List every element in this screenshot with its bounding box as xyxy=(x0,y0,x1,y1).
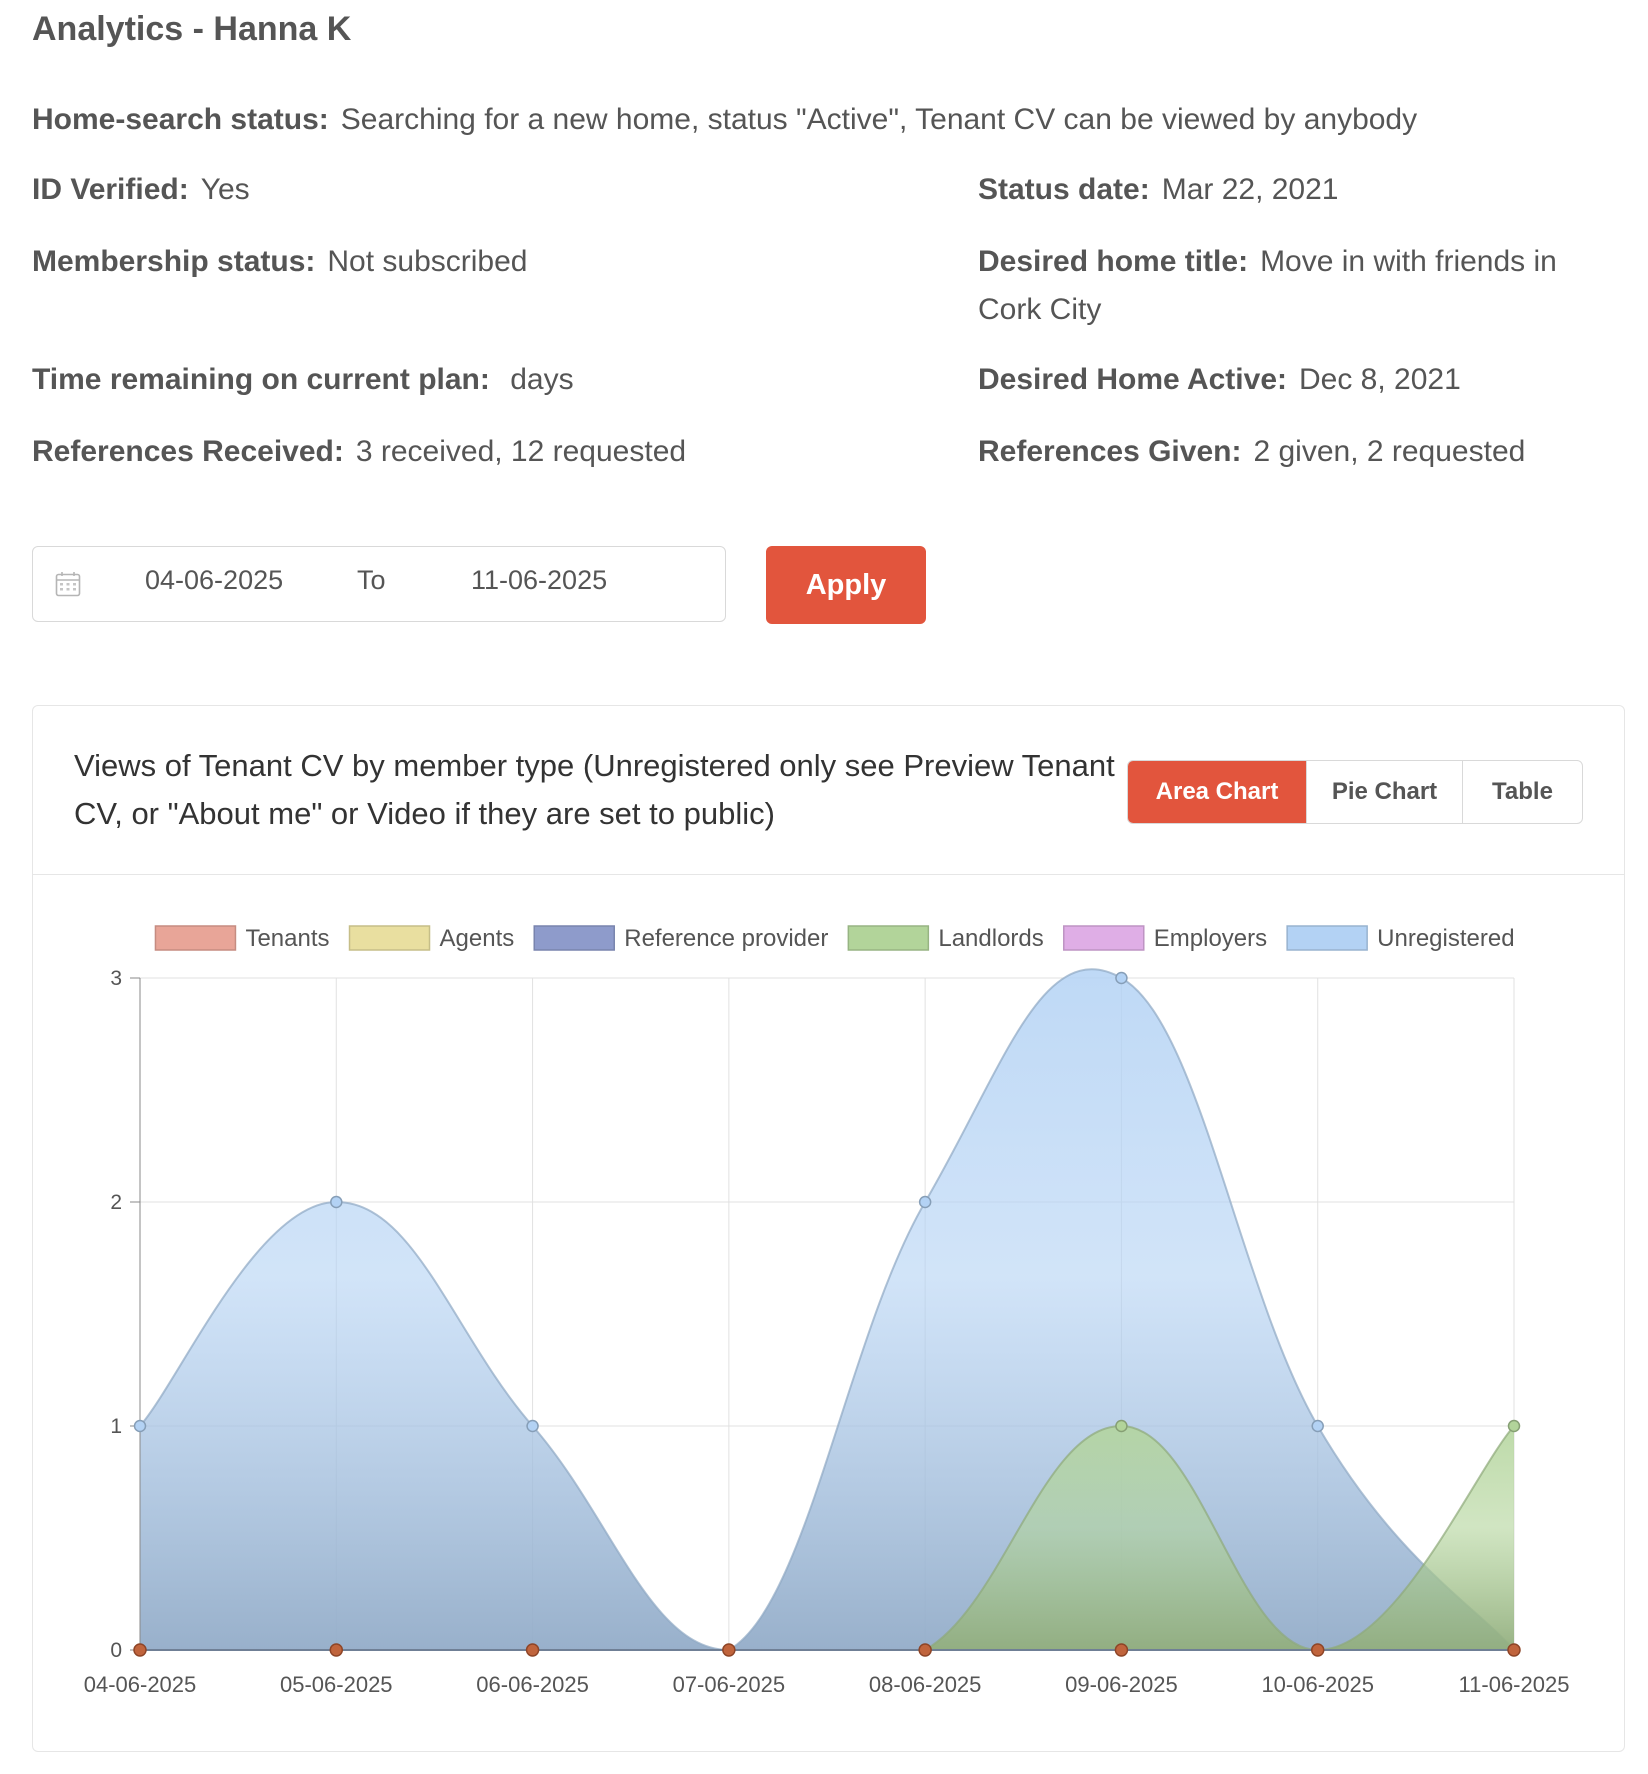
legend-label: Employers xyxy=(1154,925,1267,952)
x-tick-label: 07-06-2025 xyxy=(673,1672,786,1697)
legend-swatch-unregistered xyxy=(1286,925,1368,951)
area-unregistered xyxy=(140,969,1514,1650)
legend-label: Reference provider xyxy=(624,925,828,952)
legend-label: Unregistered xyxy=(1377,925,1514,952)
y-tick-label: 1 xyxy=(110,1415,122,1438)
point-unregistered xyxy=(1311,1419,1324,1433)
point-unregistered xyxy=(1115,971,1128,985)
point-unregistered xyxy=(918,1195,932,1209)
legend-swatch-agents xyxy=(348,925,431,951)
point-tenants xyxy=(1310,1643,1325,1657)
x-tick-label: 06-06-2025 xyxy=(476,1672,589,1697)
x-tick-label: 05-06-2025 xyxy=(280,1672,393,1697)
legend-swatch-tenants xyxy=(154,925,237,951)
legend-label: Landlords xyxy=(938,925,1043,952)
x-tick-label: 04-06-2025 xyxy=(84,1672,197,1697)
legend-label: Tenants xyxy=(245,925,329,952)
legend-swatch-employers xyxy=(1063,925,1145,951)
y-tick-label: 3 xyxy=(110,967,122,990)
point-tenants xyxy=(329,1643,344,1657)
legend-swatch-reference-provider xyxy=(533,925,615,951)
point-tenants xyxy=(1114,1643,1129,1657)
point-tenants xyxy=(918,1643,932,1657)
point-unregistered xyxy=(526,1419,539,1433)
x-tick-label: 10-06-2025 xyxy=(1261,1672,1374,1697)
point-tenants xyxy=(1507,1643,1521,1657)
point-unregistered xyxy=(133,1419,147,1433)
area-chart: 0 1 2 3 04-06-2025 05-06-2025 06-06-2025 07-06-… xyxy=(84,925,1570,1697)
point-unregistered xyxy=(330,1195,343,1209)
y-tick-label: 2 xyxy=(110,1191,122,1214)
point-tenants xyxy=(525,1643,540,1657)
y-tick-label: 0 xyxy=(110,1639,122,1662)
point-landlords xyxy=(1115,1419,1128,1433)
x-tick-label: 09-06-2025 xyxy=(1065,1672,1178,1697)
x-tick-label: 11-06-2025 xyxy=(1459,1672,1570,1697)
point-landlords xyxy=(1507,1419,1521,1433)
point-tenants xyxy=(133,1643,147,1657)
legend-label: Agents xyxy=(440,925,515,952)
point-tenants xyxy=(722,1643,736,1657)
legend-swatch-landlords xyxy=(847,925,930,951)
x-tick-label: 08-06-2025 xyxy=(869,1672,982,1697)
